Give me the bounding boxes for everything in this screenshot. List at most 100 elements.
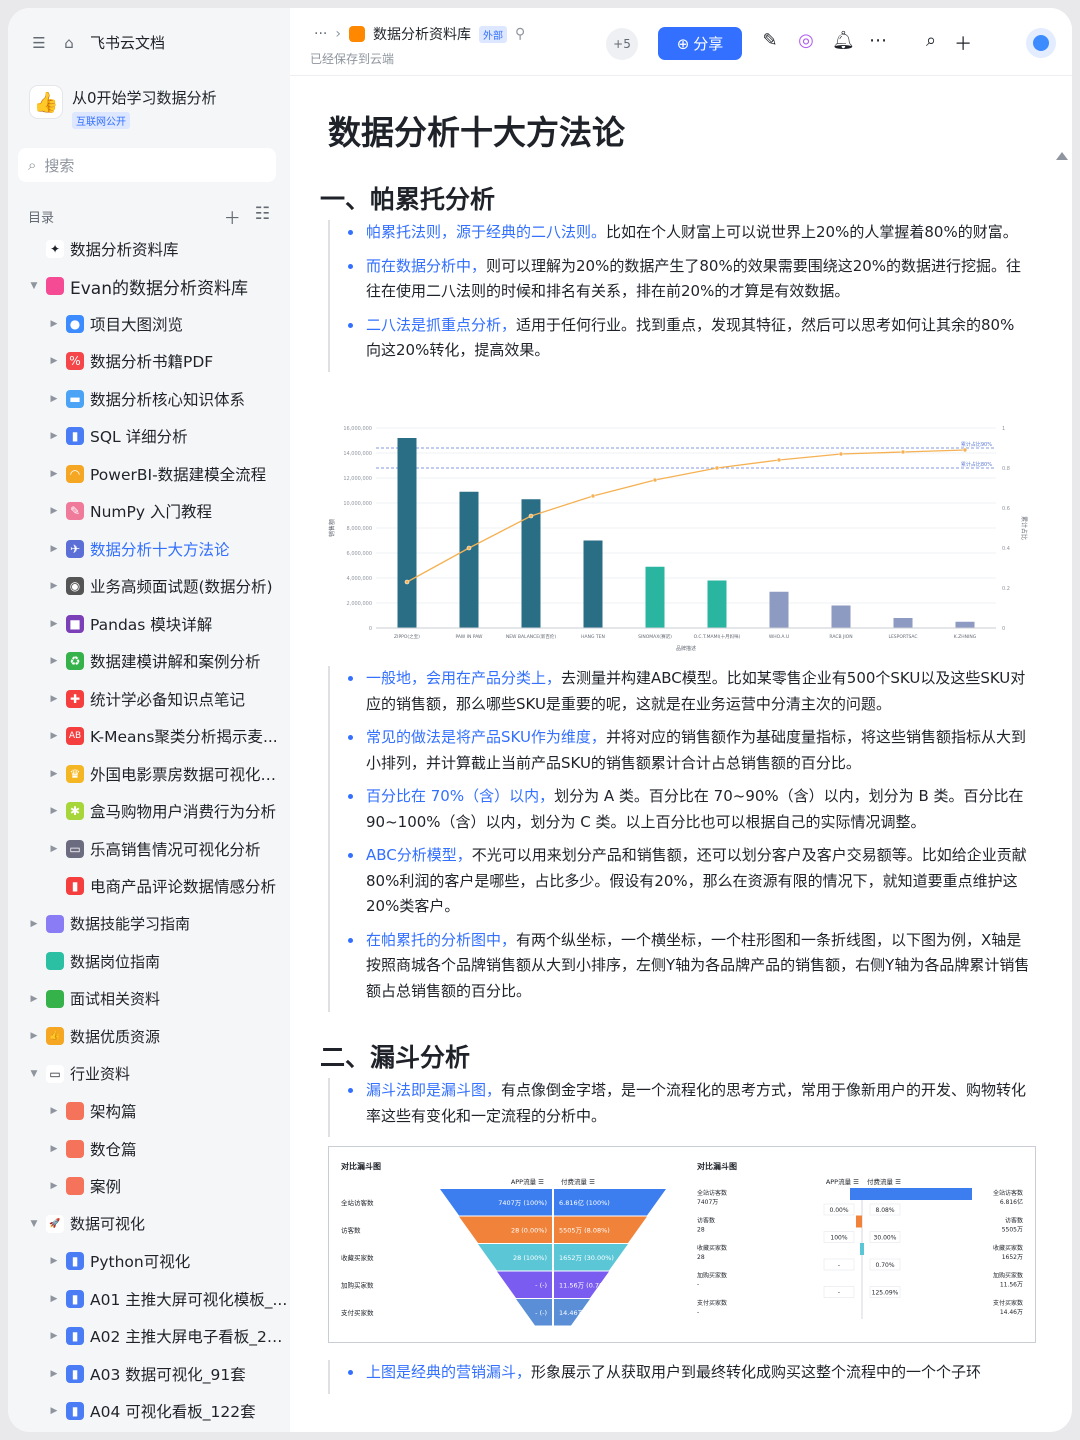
space-header[interactable]: 👍 从0开始学习数据分析 互联网公开 [30,86,217,129]
sidebar-item[interactable]: ▶ 案例 [8,1168,290,1206]
doc-icon [46,952,64,971]
user-avatar[interactable] [1026,28,1056,58]
sidebar-item[interactable]: ▶ ▮ Python可视化 [8,1243,290,1281]
chevron-right-icon[interactable]: ▶ [48,1331,60,1341]
chevron-right-icon[interactable]: ▶ [48,619,60,629]
doc-icon: AB [66,727,84,746]
home-icon[interactable]: ⌂ [60,34,78,52]
sidebar-item[interactable]: ✦ 数据分析资料库 [8,230,290,268]
edit-icon[interactable]: ✎ [760,30,780,51]
chevron-right-icon[interactable]: ▶ [48,694,60,704]
add-icon[interactable]: ＋ [224,204,241,229]
sidebar-item[interactable]: ▶ AB K-Means聚类分析揭示麦... [8,718,290,756]
sidebar-item[interactable]: ▶ ♛ 外国电影票房数据可视化分析 [8,755,290,793]
collapse-sidebar-icon[interactable]: ☰ [30,34,48,52]
sidebar-item[interactable]: ▶ ▬ 数据分析核心知识体系 [8,380,290,418]
chevron-right-icon[interactable]: ▶ [48,1406,60,1416]
doc-tree: ✦ 数据分析资料库 ▼ Evan的数据分析资料库 ▶ ● 项目大图浏览 ▶% 数据分析书籍PDF… [8,230,290,1430]
sidebar-item[interactable]: ▶ ✈ 数据分析十大方法论 [8,530,290,568]
chevron-right-icon[interactable]: ▶ [48,356,60,366]
sidebar-item[interactable]: ▮ 电商产品评论数据情感分析 [8,868,290,906]
chevron-right-icon[interactable]: ▶ [48,656,60,666]
sidebar-item[interactable]: ▶ ✎ NumPy 入门教程 [8,493,290,531]
compare-rate-left: - [838,1262,840,1269]
sidebar-item-label: 统计学必备知识点笔记 [90,690,246,709]
bullet-list: 一般地，会用在产品分类上，去测量并构建ABC模型。比如某零售企业有500个SKU… [346,666,1036,1004]
y-tick-label: 8,000,000 [347,526,372,532]
pin-icon[interactable]: ⚲ [515,26,525,42]
scroll-up-icon[interactable] [1056,152,1068,160]
chevron-right-icon[interactable]: ▶ [48,1181,60,1191]
y-axis-label: 销售额 [328,519,336,537]
x-tick-label: SINOMAX(赛诺) [638,633,672,640]
y-tick-label: 4,000,000 [347,576,372,582]
chevron-right-icon[interactable]: ▶ [28,994,40,1004]
ai-icon[interactable]: ◎ [796,30,816,51]
y-tick-label: 16,000,000 [343,426,372,432]
compare-bar-left [850,1188,862,1200]
more-crumb-icon[interactable]: ··· [314,26,327,42]
more-icon[interactable]: ⋯ [868,30,888,51]
sidebar-item[interactable]: ▶ ◉ 业务高频面试题(数据分析) [8,568,290,606]
chevron-right-icon[interactable]: ▶ [48,1144,60,1154]
sidebar-item[interactable]: ▶ 数据技能学习指南 [8,905,290,943]
sidebar-item[interactable]: ▶ ▮ SQL 详细分析 [8,418,290,456]
collaborators-count[interactable]: +5 [606,28,638,60]
chevron-down-icon[interactable]: ▼ [28,1219,40,1229]
sidebar-item[interactable]: ▶ ▮ A02 主推大屏电子看板_20套 [8,1318,290,1356]
chevron-right-icon[interactable]: ▶ [48,394,60,404]
chevron-right-icon[interactable]: ▶ [28,919,40,929]
bar [707,580,727,628]
highlight-text: 而在数据分析中， [366,256,487,275]
list-icon[interactable]: ☷ [255,204,270,229]
chevron-right-icon[interactable]: ▶ [48,544,60,554]
doc-icon: ✎ [66,502,84,521]
home-link[interactable]: 飞书云文档 [90,32,165,53]
sidebar-item[interactable]: ▶ ■ Pandas 模块详解 [8,605,290,643]
sidebar-item[interactable]: ▶ ● 项目大图浏览 [8,305,290,343]
sidebar-item[interactable]: ▶ 👍 数据优质资源 [8,1018,290,1056]
sidebar-item[interactable]: ▶ ◠ PowerBI-数据建模全流程 [8,455,290,493]
bell-icon[interactable]: 🔔︎ [832,30,855,51]
search-input[interactable]: ⌕ 搜索 [18,148,276,182]
sidebar-item[interactable]: ▶% 数据分析书籍PDF [8,343,290,381]
chevron-right-icon[interactable]: ▶ [48,469,60,479]
sidebar-item[interactable]: ▶ ▮ A01 主推大屏可视化模板_... [8,1280,290,1318]
sidebar-item[interactable]: ▼ ▭ 行业资料 [8,1055,290,1093]
sidebar-item[interactable]: 数据岗位指南 [8,943,290,981]
chevron-right-icon[interactable]: ▶ [48,844,60,854]
chevron-right-icon[interactable]: ▶ [48,1256,60,1266]
sidebar-item[interactable]: ▶ ✚ 统计学必备知识点笔记 [8,680,290,718]
chevron-right-icon[interactable]: ▶ [48,1294,60,1304]
compare-value-left: 28 [697,1254,705,1261]
chevron-right-icon[interactable]: ▶ [48,806,60,816]
chevron-right-icon[interactable]: ▶ [48,731,60,741]
sidebar-item[interactable]: ▶ ✱ 盒马购物用户消费行为分析 [8,793,290,831]
sidebar-item[interactable]: ▶ 数仓篇 [8,1130,290,1168]
chevron-right-icon[interactable]: ▶ [48,319,60,329]
chevron-down-icon[interactable]: ▼ [28,281,40,291]
search-icon[interactable]: ⌕ [926,30,936,56]
chevron-right-icon[interactable]: ▶ [48,581,60,591]
doc-name[interactable]: 数据分析资料库 [373,24,471,44]
sidebar-item[interactable]: ▼ 🚀 数据可视化 [8,1205,290,1243]
sidebar-item[interactable]: ▶ ▮ A03 数据可视化_91套 [8,1355,290,1393]
chevron-right-icon[interactable]: ▶ [48,431,60,441]
compare-stage-left: 收藏买家数 [697,1244,727,1252]
sidebar-item[interactable]: ▶ 面试相关资料 [8,980,290,1018]
add-icon[interactable]: ＋ [954,30,972,56]
sidebar-item[interactable]: ▼ Evan的数据分析资料库 [8,268,290,306]
sidebar-item-label: 项目大图浏览 [90,315,184,334]
search-icon: ⌕ [28,156,37,174]
sidebar-item[interactable]: ▶ 架构篇 [8,1093,290,1131]
chevron-right-icon[interactable]: ▶ [48,506,60,516]
sidebar-item[interactable]: ▶ ♻ 数据建模讲解和案例分析 [8,643,290,681]
chevron-right-icon[interactable]: ▶ [48,1106,60,1116]
chevron-right-icon[interactable]: ▶ [28,1031,40,1041]
sidebar-item[interactable]: ▶ ▭ 乐高销售情况可视化分析 [8,830,290,868]
share-button[interactable]: ⊕ 分享 [658,27,742,60]
chevron-down-icon[interactable]: ▼ [28,1069,40,1079]
sidebar-item[interactable]: ▶ ▮ A04 可视化看板_122套 [8,1393,290,1431]
chevron-right-icon[interactable]: ▶ [48,1369,60,1379]
chevron-right-icon[interactable]: ▶ [48,769,60,779]
